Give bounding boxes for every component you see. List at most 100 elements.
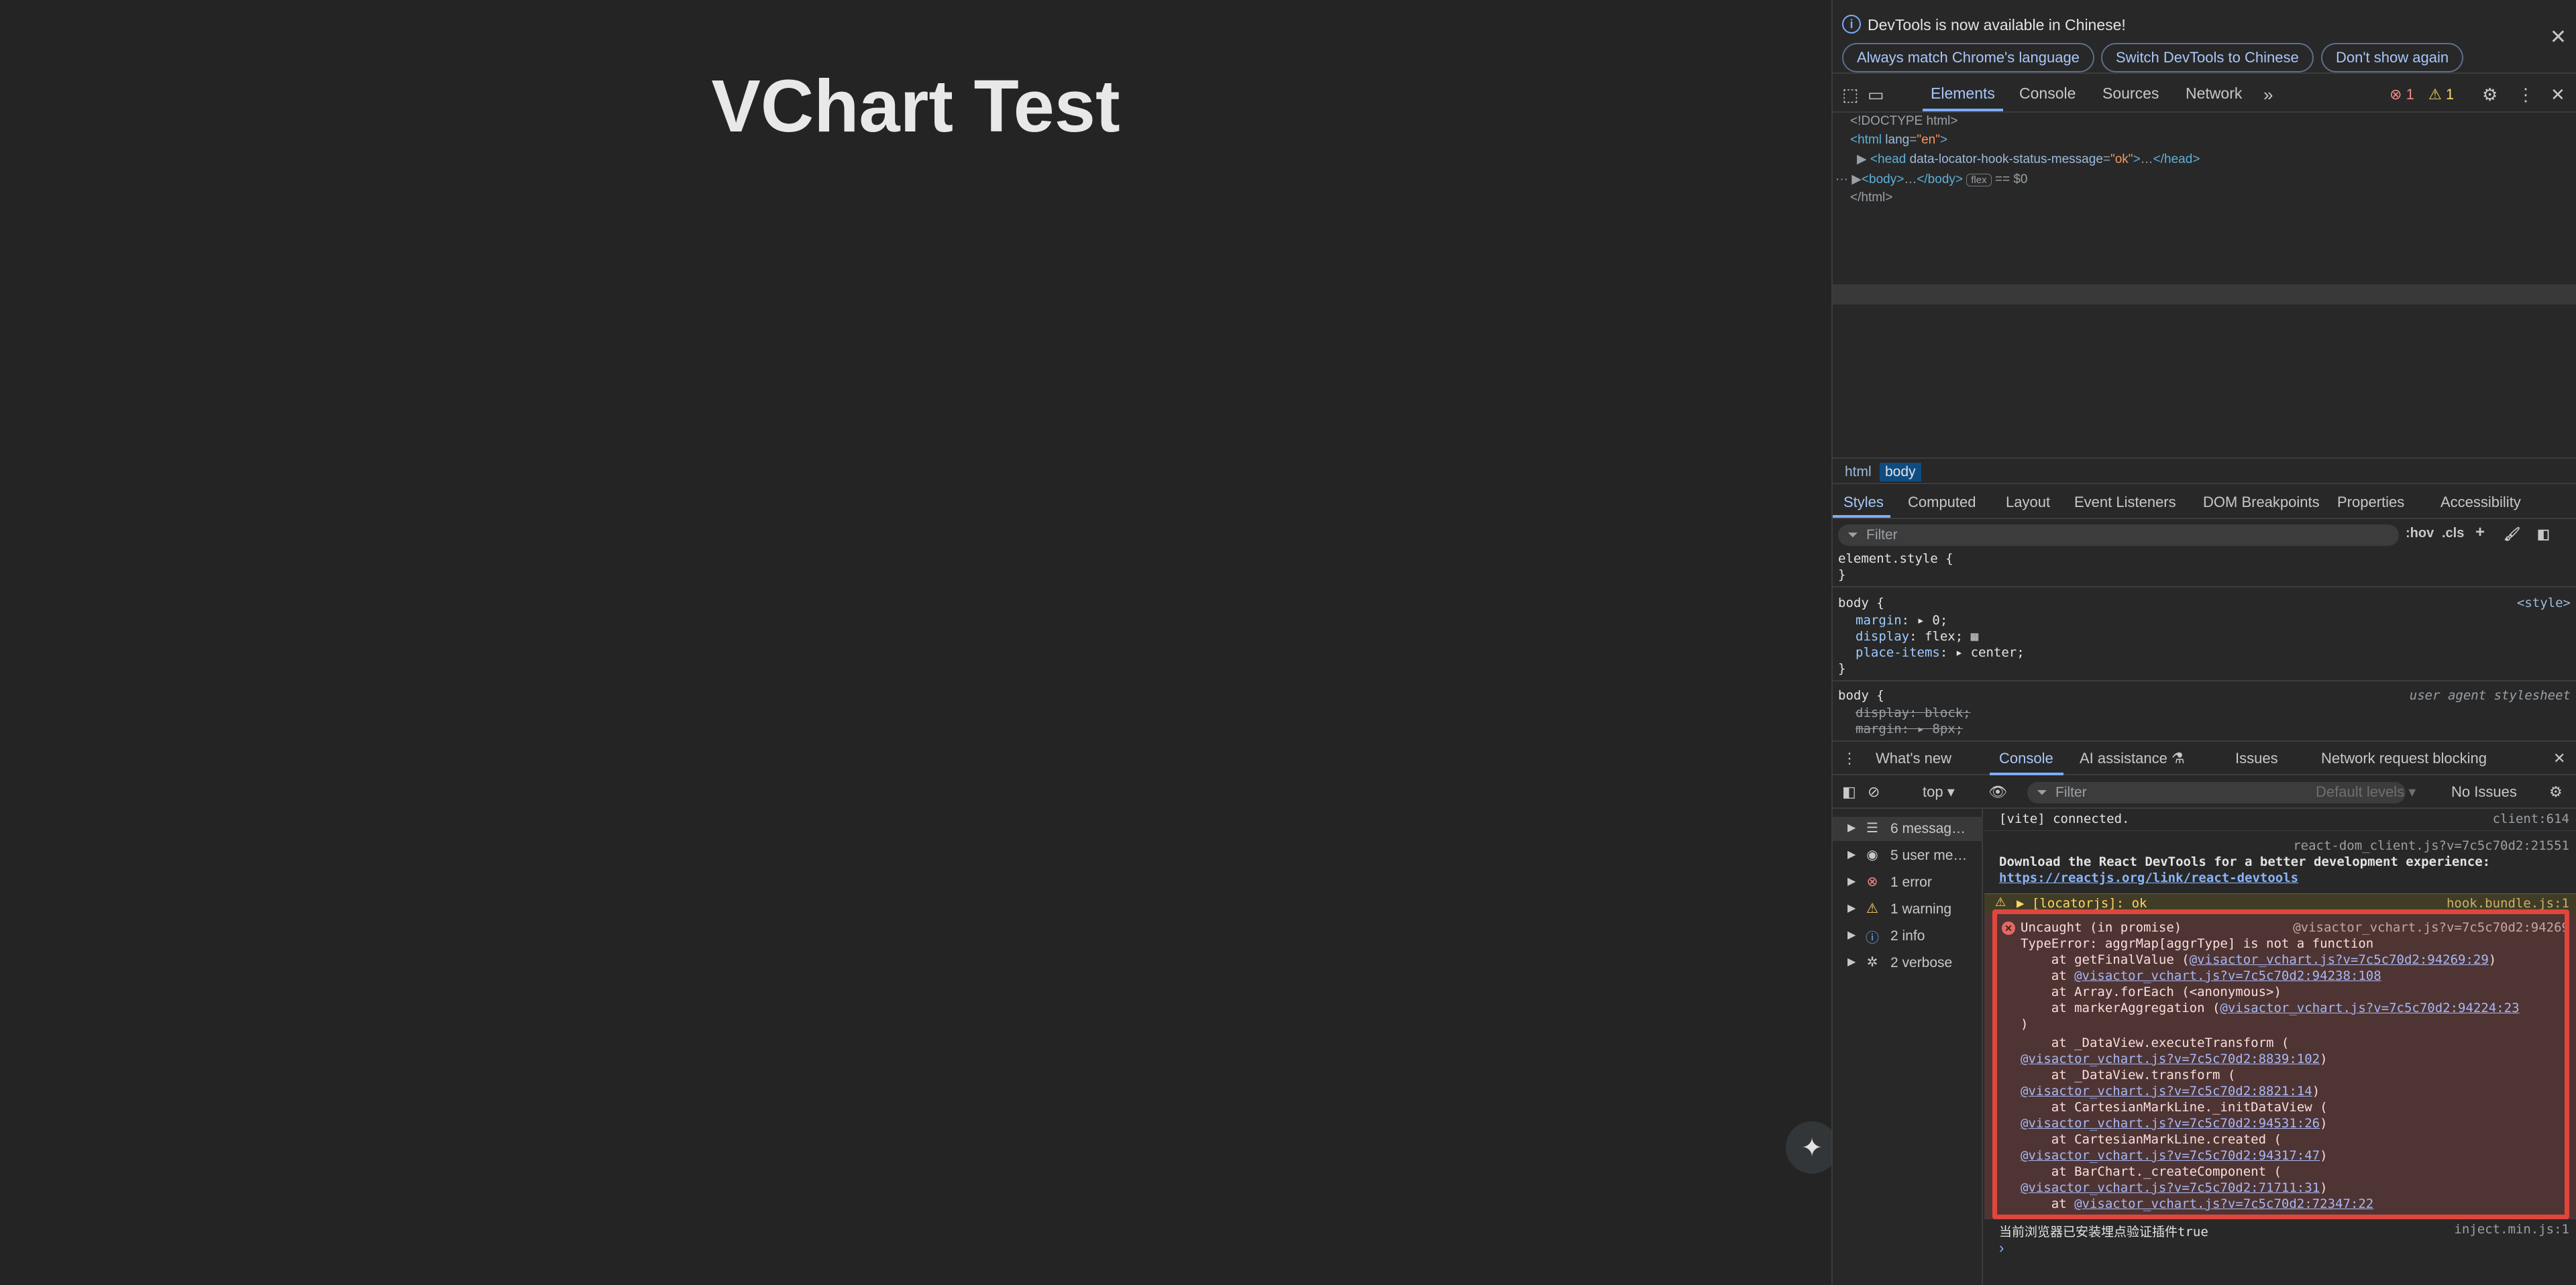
rule-selector: body { — [1838, 596, 1884, 610]
styles-filter-input[interactable]: ⏷ Filter — [1838, 524, 2399, 546]
bug-icon: ✲ — [1866, 955, 1878, 970]
issues-count[interactable]: No Issues — [2451, 783, 2517, 801]
sidebar-toggle-icon[interactable]: ◧ — [1842, 783, 1856, 801]
tab-dom-breakpoints[interactable]: DOM Breakpoints — [2203, 494, 2320, 511]
dom-body[interactable]: ··· ▶<body>…</body> flex == $0 — [1835, 172, 2028, 187]
info-icon: ⓘ — [1866, 931, 1879, 946]
more-tabs-icon[interactable]: » — [2263, 85, 2273, 105]
css-property[interactable]: display: flex; ▦ — [1856, 629, 1978, 644]
error-icon: ⊗ — [1866, 875, 1878, 889]
dom-head[interactable]: ▶ <head data-locator-hook-status-message… — [1857, 152, 2200, 167]
tab-issues[interactable]: Issues — [2235, 750, 2278, 767]
log-source-link[interactable]: client:614 — [2493, 812, 2569, 826]
tab-styles[interactable]: Styles — [1843, 494, 1884, 511]
ai-assistance-button[interactable]: ✦ — [1786, 1121, 1838, 1174]
console-toolbar: ◧ ⊘ top ▾ 👁 ⏷ Filter Default levels ▾ No… — [1833, 777, 2576, 809]
devtools-panel: i DevTools is now available in Chinese! … — [1831, 0, 2576, 1285]
device-toolbar-icon[interactable]: ▭ — [1868, 85, 1884, 105]
close-devtools-icon[interactable]: ✕ — [2551, 85, 2565, 105]
console-prompt[interactable]: › — [1999, 1239, 2004, 1257]
drawer-tabs: ⋮ What's new Console AI assistance ⚗ Iss… — [1833, 740, 2576, 775]
filter-icon: ⏷ — [2037, 785, 2047, 800]
expand-arrow-icon: ▶ — [1851, 172, 1862, 186]
sidebar-item-verbose[interactable]: ▶ ✲ 2 verbose — [1833, 951, 1983, 975]
close-drawer-icon[interactable]: ✕ — [2553, 750, 2565, 767]
tab-whats-new[interactable]: What's new — [1876, 750, 1951, 767]
rule-close: } — [1838, 661, 1846, 676]
tab-console-drawer[interactable]: Console — [1999, 750, 2053, 767]
more-options-icon[interactable]: ⋮ — [2517, 85, 2534, 105]
css-property[interactable]: place-items: ▸ center; — [1856, 645, 2025, 660]
tab-network[interactable]: Network — [2186, 85, 2242, 103]
style-source-link[interactable]: <style> — [2517, 596, 2571, 610]
console-settings-gear-icon[interactable]: ⚙ — [2549, 783, 2563, 801]
switch-to-chinese-button[interactable]: Switch DevTools to Chinese — [2101, 43, 2314, 72]
sidebar-toggle-icon[interactable]: ◧ — [2537, 526, 2550, 543]
warning-icon: ⚠ — [2428, 86, 2442, 103]
css-property-overridden[interactable]: display: block; — [1856, 706, 1971, 720]
warning-count-badge[interactable]: ⚠ 1 — [2428, 86, 2454, 103]
sidebar-item-errors[interactable]: ▶ ⊗ 1 error — [1833, 871, 1983, 895]
warning-icon: ⚠ — [1866, 901, 1878, 916]
css-property-overridden[interactable]: margin: ▸ 8px; — [1856, 722, 1963, 736]
close-icon[interactable]: ✕ — [2550, 25, 2567, 49]
log-message: 当前浏览器已安装埋点验证插件true — [1999, 1225, 2208, 1239]
tab-accessibility[interactable]: Accessibility — [2440, 494, 2521, 511]
breadcrumb-html[interactable]: html — [1839, 463, 1877, 482]
settings-gear-icon[interactable]: ⚙ — [2482, 85, 2498, 105]
flex-badge[interactable]: flex — [1966, 174, 1992, 186]
dont-show-again-button[interactable]: Don't show again — [2321, 43, 2464, 72]
tab-event-listeners[interactable]: Event Listeners — [2074, 494, 2176, 511]
tab-elements[interactable]: Elements — [1931, 85, 1995, 103]
info-icon: i — [1842, 15, 1861, 34]
breadcrumb-body[interactable]: body — [1880, 463, 1921, 482]
warning-icon: ⚠ — [1995, 895, 2006, 909]
language-infobar: i DevTools is now available in Chinese! … — [1833, 0, 2576, 74]
live-expression-eye-icon[interactable]: 👁 — [1988, 783, 2007, 801]
filter-icon: ⏷ — [1847, 528, 1858, 543]
highlight-box — [1992, 909, 2569, 1219]
tab-properties[interactable]: Properties — [2337, 494, 2404, 511]
breadcrumb: html body — [1833, 457, 2576, 484]
inspect-element-icon[interactable]: ⬚ — [1842, 85, 1859, 105]
tab-layout[interactable]: Layout — [2006, 494, 2050, 511]
context-selector[interactable]: top ▾ — [1923, 783, 1955, 801]
tab-computed[interactable]: Computed — [1908, 494, 1976, 511]
sidebar-item-info[interactable]: ▶ ⓘ 2 info — [1833, 924, 1983, 948]
tab-console[interactable]: Console — [2019, 85, 2076, 103]
user-icon: ◉ — [1866, 848, 1878, 862]
flask-icon: ⚗ — [2171, 750, 2185, 767]
dom-html-close[interactable]: </html> — [1850, 190, 1892, 205]
hover-state-toggle[interactable]: :hov — [2406, 526, 2434, 541]
react-devtools-link[interactable]: https://reactjs.org/link/react-devtools — [1999, 871, 2298, 885]
sidebar-item-messages[interactable]: ▶ ☰ 6 messag… — [1833, 817, 1983, 841]
tab-sources[interactable]: Sources — [2102, 85, 2159, 103]
log-levels-dropdown[interactable]: Default levels ▾ — [2316, 783, 2416, 801]
rule-selector: body { — [1838, 688, 1884, 703]
page-viewport: VChart Test ✦ — [0, 0, 1838, 1285]
styles-filter-row: ⏷ Filter :hov .cls + 🖌 ◧ — [1833, 520, 2576, 550]
console-log: [vite] connected. client:614 react-dom_c… — [1984, 809, 2576, 1285]
clear-console-icon[interactable]: ⊘ — [1868, 783, 1880, 801]
log-source-link[interactable]: inject.min.js:1 — [2454, 1222, 2569, 1237]
tab-network-request-blocking[interactable]: Network request blocking — [2321, 750, 2487, 767]
paint-brush-icon[interactable]: 🖌 — [2504, 526, 2520, 543]
drawer-menu-icon[interactable]: ⋮ — [1842, 750, 1857, 767]
rule-close: } — [1838, 567, 1846, 582]
dom-html-open[interactable]: <html lang="en"> — [1850, 133, 1947, 148]
new-style-rule-icon[interactable]: + — [2475, 523, 2485, 542]
always-match-language-button[interactable]: Always match Chrome's language — [1842, 43, 2094, 72]
user-agent-stylesheet-label: user agent stylesheet — [2409, 688, 2571, 703]
log-source-link[interactable]: react-dom_client.js?v=7c5c70d2:21551 — [2293, 838, 2569, 853]
error-count-badge[interactable]: ⊗ 1 — [2390, 86, 2414, 103]
class-toggle[interactable]: .cls — [2442, 526, 2464, 541]
tab-ai-assistance[interactable]: AI assistance ⚗ — [2080, 750, 2185, 767]
sparkle-icon: ✦ — [1801, 1133, 1823, 1162]
sidebar-item-user-messages[interactable]: ▶ ◉ 5 user me… — [1833, 844, 1983, 868]
infobar-message: DevTools is now available in Chinese! — [1868, 16, 2126, 34]
sidebar-item-warnings[interactable]: ▶ ⚠ 1 warning — [1833, 897, 1983, 921]
css-property[interactable]: margin: ▸ 0; — [1856, 613, 1947, 628]
log-source-link[interactable]: hook.bundle.js:1 — [2447, 896, 2569, 911]
element-style-selector: element.style { — [1838, 551, 1953, 566]
console-sidebar: ▶ ☰ 6 messag… ▶ ◉ 5 user me… ▶ ⊗ 1 error ▶ ⚠ 1 w… — [1833, 809, 1983, 1285]
